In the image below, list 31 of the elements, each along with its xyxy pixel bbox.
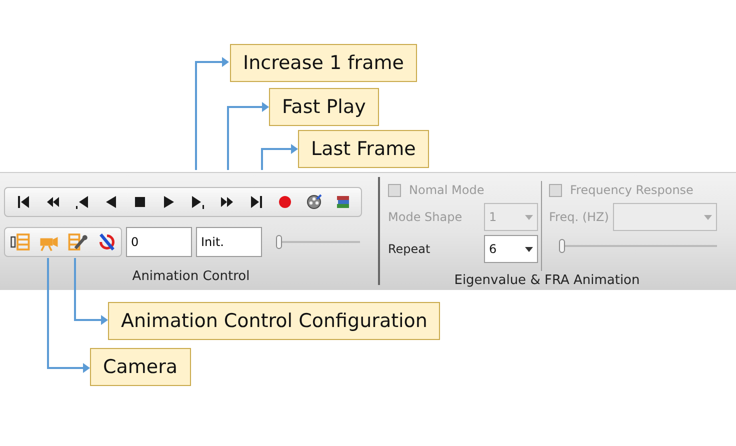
step-forward-icon[interactable] xyxy=(190,194,206,210)
callout-label: Last Frame xyxy=(298,130,429,168)
film-reel-icon[interactable] xyxy=(306,194,322,210)
frame-field[interactable]: 0 xyxy=(126,227,192,257)
first-frame-icon[interactable] xyxy=(16,194,32,210)
dropdown-arrow-icon xyxy=(704,214,712,220)
state-field[interactable]: Init. xyxy=(196,227,262,257)
callout-label: Increase 1 frame xyxy=(230,44,417,82)
field-label: Mode Shape xyxy=(388,209,462,226)
checkbox-label: Frequency Response xyxy=(570,182,694,199)
dropdown-arrow-icon xyxy=(525,214,533,220)
reset-view-icon[interactable] xyxy=(96,232,116,252)
callout-label: Fast Play xyxy=(269,88,379,126)
film-strip-icon[interactable] xyxy=(10,232,30,252)
fast-forward-icon[interactable] xyxy=(218,194,234,210)
field-label: Freq. (HZ) xyxy=(549,209,609,226)
dropdown[interactable]: 6 xyxy=(484,235,538,263)
field-label: Repeat xyxy=(388,241,430,258)
step-back-icon[interactable] xyxy=(74,194,90,210)
callout-label: Animation Control Configuration xyxy=(108,302,440,340)
record-icon[interactable] xyxy=(276,194,292,210)
slider-thumb[interactable] xyxy=(276,235,282,249)
group-label: Eigenvalue & FRA Animation xyxy=(453,272,641,290)
rewind-icon[interactable] xyxy=(44,194,60,210)
dropdown-arrow-icon xyxy=(525,246,533,252)
books-icon[interactable] xyxy=(334,194,350,210)
film-wrench-icon[interactable] xyxy=(68,232,88,252)
group-label: Animation Control xyxy=(131,268,251,286)
slider-thumb[interactable] xyxy=(559,239,565,253)
checkbox-label: Nomal Mode xyxy=(409,182,484,199)
callout-label: Camera xyxy=(90,348,191,386)
